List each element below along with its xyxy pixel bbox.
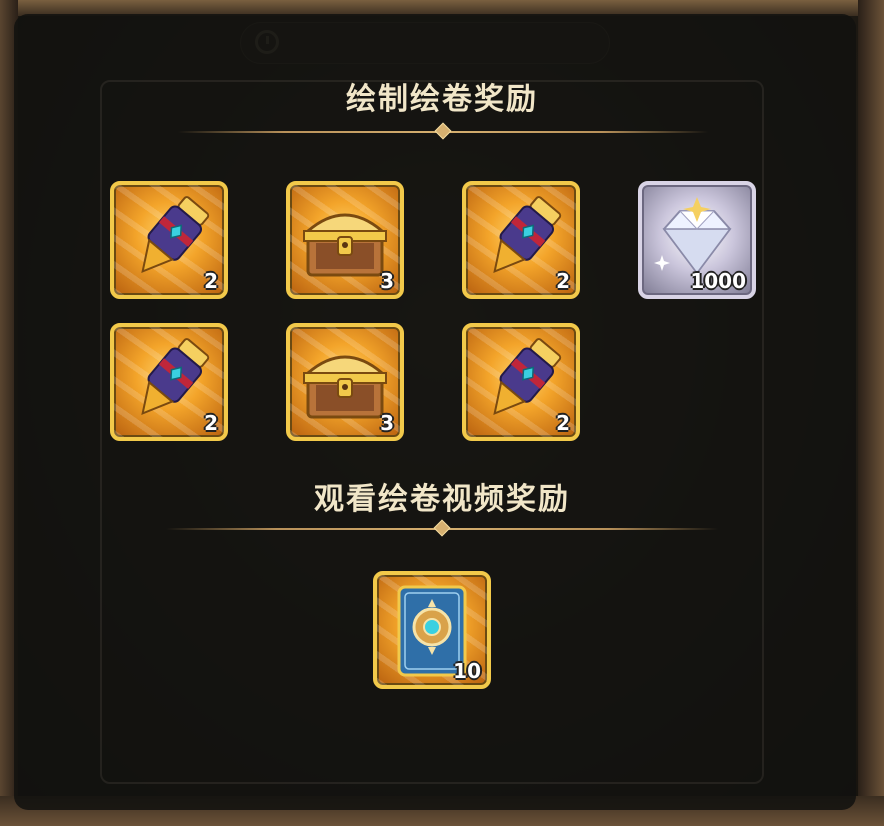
reward-item-5[interactable]: 2 [110, 323, 228, 441]
divider-1 [178, 122, 708, 140]
reward-item-3[interactable]: 2 [462, 181, 580, 299]
item-count: 1000 [690, 269, 746, 293]
item-count: 3 [380, 269, 394, 293]
reward-item-7[interactable]: 2 [462, 323, 580, 441]
item-count: 3 [380, 411, 394, 435]
item-count: 2 [204, 411, 218, 435]
item-count: 2 [556, 269, 570, 293]
reward-item-2[interactable]: 3 [286, 181, 404, 299]
frame-right [858, 0, 884, 826]
video-reward-item[interactable]: 10 [373, 571, 491, 689]
section-title-draw: 绘制绘卷奖励 [346, 82, 538, 117]
item-count: 2 [204, 269, 218, 293]
reward-item-4[interactable]: 1000 [638, 181, 756, 299]
item-count: 10 [453, 659, 481, 683]
reward-item-6[interactable]: 3 [286, 323, 404, 441]
divider-2 [166, 519, 718, 537]
section-title-video: 观看绘卷视频奖励 [314, 482, 570, 517]
item-count: 2 [556, 411, 570, 435]
reward-item-1[interactable]: 2 [110, 181, 228, 299]
